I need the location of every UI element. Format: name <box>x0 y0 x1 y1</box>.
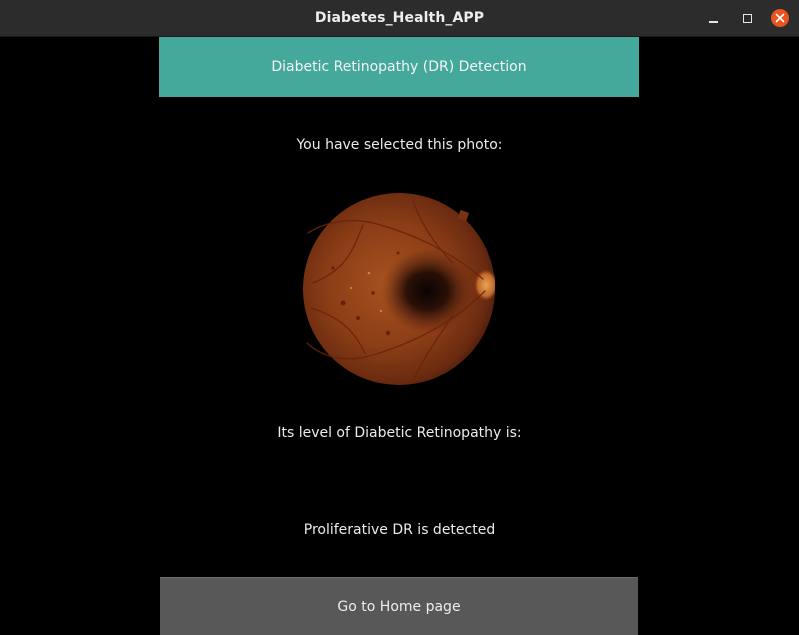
selected-photo-label: You have selected this photo: <box>296 137 503 153</box>
close-icon <box>775 13 785 23</box>
go-home-button[interactable]: Go to Home page <box>160 577 638 635</box>
title-bar[interactable]: Diabetes_Health_APP <box>0 0 799 37</box>
window-title: Diabetes_Health_APP <box>314 10 485 26</box>
dr-result-text: Proliferative DR is detected <box>303 522 496 538</box>
page-header: Diabetic Retinopathy (DR) Detection <box>159 37 639 97</box>
retina-fundus-image <box>303 193 495 385</box>
go-home-button-label: Go to Home page <box>337 598 461 615</box>
minimize-button[interactable] <box>704 9 722 27</box>
maximize-button[interactable] <box>738 9 756 27</box>
dr-level-label: Its level of Diabetic Retinopathy is: <box>277 425 522 441</box>
close-button[interactable] <box>771 9 789 27</box>
main-content: Diabetic Retinopathy (DR) Detection You … <box>0 37 799 635</box>
page-title: Diabetic Retinopathy (DR) Detection <box>271 59 527 75</box>
minimize-icon <box>708 21 718 23</box>
maximize-icon <box>742 13 752 23</box>
app-window: Diabetes_Health_APP Diabetic Retinopathy… <box>0 0 799 635</box>
